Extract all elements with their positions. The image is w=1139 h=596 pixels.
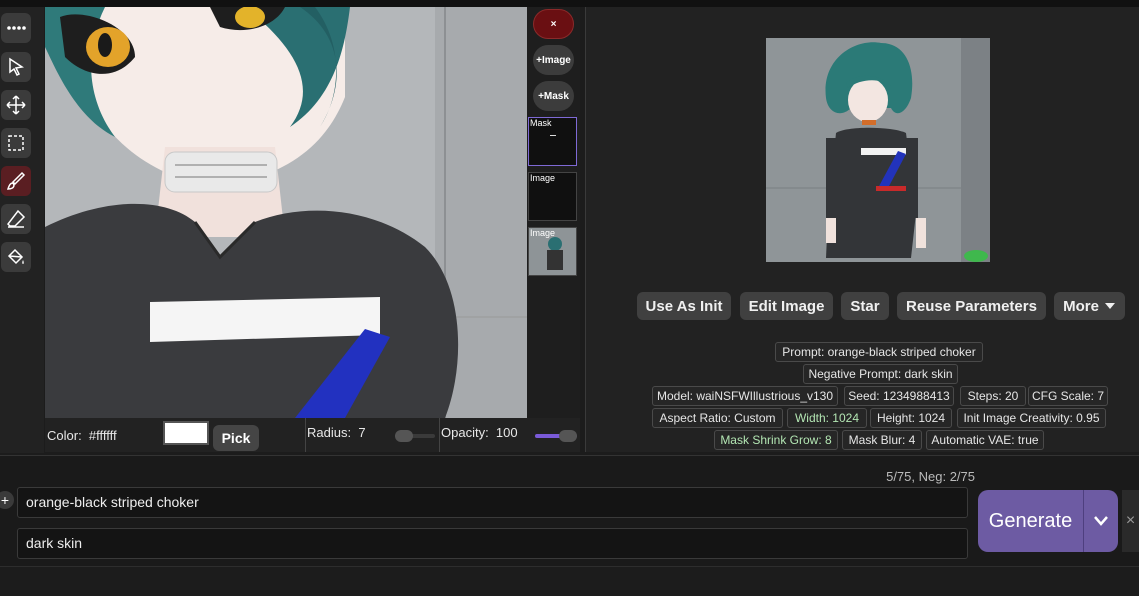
footer-strip <box>0 566 1139 596</box>
close-layer-button[interactable]: × <box>533 9 574 39</box>
tool-sidebar <box>0 7 44 453</box>
radius-value: 7 <box>358 424 366 440</box>
param-prompt: Prompt: orange-black striped choker <box>775 342 983 362</box>
more-label: More <box>1063 297 1099 315</box>
app-root: × +Image +Mask Mask Image Image Color: #… <box>0 0 1139 596</box>
layer-label: Image <box>530 173 556 183</box>
more-button[interactable]: More <box>1054 292 1125 320</box>
token-count: 5/75, Neg: 2/75 <box>886 469 975 484</box>
divider <box>305 418 306 452</box>
radius-label: Radius: 7 <box>307 424 366 440</box>
eraser-icon[interactable] <box>1 204 31 234</box>
star-button[interactable]: Star <box>841 292 889 320</box>
canvas-controls: Color: #ffffff Pick Radius: 7 Opacity: 1… <box>45 418 580 452</box>
layer-label: Mask <box>530 118 552 128</box>
prompt-area: 5/75, Neg: 2/75 + orange-black striped c… <box>0 455 1139 596</box>
param-width: Width: 1024 <box>787 408 867 428</box>
color-label: Color: #ffffff <box>47 427 117 443</box>
cursor-icon[interactable] <box>1 52 31 82</box>
move-icon[interactable] <box>1 90 31 120</box>
opacity-label: Opacity: 100 <box>441 424 518 440</box>
negative-prompt-input[interactable]: dark skin <box>17 528 968 559</box>
param-init-image-creativity: Init Image Creativity: 0.95 <box>957 408 1106 428</box>
add-image-layer-button[interactable]: +Image <box>533 45 574 75</box>
param-height: Height: 1024 <box>870 408 952 428</box>
generated-image[interactable] <box>766 38 990 262</box>
editing-canvas[interactable] <box>45 7 527 418</box>
close-icon[interactable]: × <box>1122 490 1139 552</box>
opacity-slider-knob[interactable] <box>559 430 577 442</box>
layer-mask[interactable]: Mask <box>528 117 577 166</box>
add-prompt-icon[interactable]: + <box>0 491 14 509</box>
opacity-value: 100 <box>495 424 518 440</box>
canvas-image <box>45 7 527 418</box>
generate-options-button[interactable] <box>1083 490 1118 552</box>
pick-color-button[interactable]: Pick <box>213 425 259 451</box>
color-swatch[interactable] <box>163 421 209 445</box>
result-panel: Use As Init Edit Image Star Reuse Parame… <box>585 7 1139 452</box>
layer-label: Image <box>530 228 556 238</box>
reuse-parameters-button[interactable]: Reuse Parameters <box>897 292 1046 320</box>
param-steps: Steps: 20 <box>960 386 1026 406</box>
top-strip <box>0 0 1139 7</box>
param-mask-shrink-grow: Mask Shrink Grow: 8 <box>714 430 838 450</box>
radius-slider[interactable] <box>395 430 435 442</box>
generate-button[interactable]: Generate <box>978 490 1083 552</box>
layer-panel: × +Image +Mask Mask Image Image <box>527 7 580 418</box>
param-negative-prompt: Negative Prompt: dark skin <box>803 364 958 384</box>
layer-image-base[interactable]: Image <box>528 227 577 276</box>
paint-bucket-icon[interactable] <box>1 242 31 272</box>
positive-prompt-input[interactable]: orange-black striped choker <box>17 487 968 518</box>
color-value[interactable]: #ffffff <box>89 428 117 443</box>
param-mask-blur: Mask Blur: 4 <box>842 430 922 450</box>
brush-icon[interactable] <box>1 166 31 196</box>
radius-slider-knob[interactable] <box>395 430 413 442</box>
generated-image-art <box>766 38 990 262</box>
chevron-down-icon <box>1094 516 1108 526</box>
more-dots-icon[interactable] <box>1 13 31 43</box>
select-rect-icon[interactable] <box>1 128 31 158</box>
param-model: Model: waiNSFWIllustrious_v130 <box>652 386 838 406</box>
edit-image-button[interactable]: Edit Image <box>740 292 833 320</box>
param-automatic-vae: Automatic VAE: true <box>926 430 1044 450</box>
add-mask-layer-button[interactable]: +Mask <box>533 81 574 111</box>
use-as-init-button[interactable]: Use As Init <box>637 292 731 320</box>
divider <box>439 418 440 452</box>
param-cfg-scale: CFG Scale: 7 <box>1028 386 1108 406</box>
opacity-slider[interactable] <box>535 430 577 442</box>
param-seed: Seed: 1234988413 <box>844 386 954 406</box>
layer-image[interactable]: Image <box>528 172 577 221</box>
chevron-down-icon <box>1104 303 1115 309</box>
param-aspect-ratio: Aspect Ratio: Custom <box>652 408 783 428</box>
